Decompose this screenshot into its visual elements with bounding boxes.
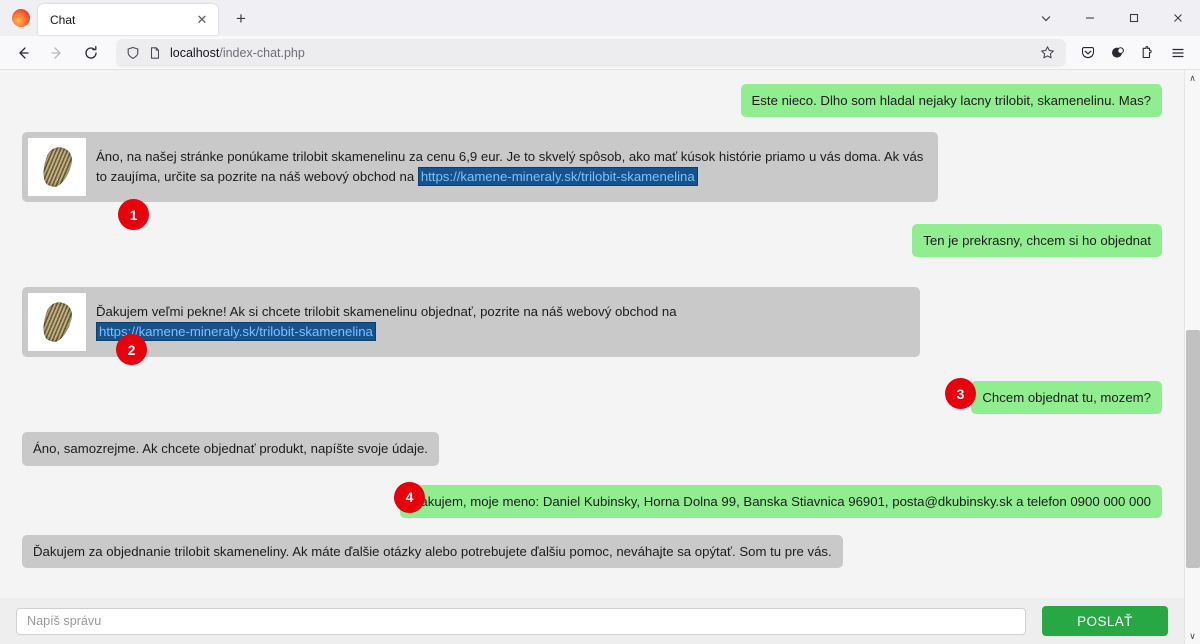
extensions-icon[interactable]	[1134, 39, 1162, 67]
url-bar[interactable]: localhost/index-chat.php	[116, 38, 1066, 67]
bot-message-bubble: Áno, samozrejme. Ak chcete objednať prod…	[22, 432, 439, 466]
account-icon[interactable]	[1104, 39, 1132, 67]
message-row: Ďakujem veľmi pekne! Ak si chcete trilob…	[22, 287, 1162, 366]
chat-page: Este nieco. Dlho som hladal nejaky lacny…	[0, 70, 1184, 644]
pocket-icon[interactable]	[1074, 39, 1102, 67]
message-row: Áno, samozrejme. Ak chcete objednať prod…	[22, 432, 1162, 466]
user-message-bubble: Dakujem, moje meno: Daniel Kubinsky, Hor…	[399, 484, 1162, 518]
user-message-bubble: Chcem objednat tu, mozem?	[971, 381, 1162, 415]
bot-message-bubble: Ďakujem veľmi pekne! Ak si chcete trilob…	[22, 287, 920, 358]
message-row: Ďakujem za objednanie trilobit skameneli…	[22, 534, 1162, 568]
message-input[interactable]	[16, 607, 1026, 635]
bot-message-bubble: Ďakujem za objednanie trilobit skameneli…	[22, 534, 843, 568]
reload-icon[interactable]	[76, 39, 106, 67]
navigation-toolbar: localhost/index-chat.php	[0, 36, 1200, 70]
avatar	[28, 138, 86, 197]
page-info-icon[interactable]	[144, 46, 166, 60]
annotation-badge: 4	[394, 481, 425, 513]
trilobite-fossil-icon	[38, 144, 76, 191]
menu-icon[interactable]	[1164, 39, 1192, 67]
browser-window: Chat ✕ + localhost/index-chat.php Este n…	[0, 0, 1200, 644]
bot-message-text: Áno, na našej stránke ponúkame trilobit …	[96, 147, 926, 187]
message-row: Chcem objednat tu, mozem? 3	[22, 378, 1162, 415]
tab-strip: Chat ✕ +	[0, 0, 1200, 36]
url-host: localhost	[170, 45, 220, 60]
user-message-bubble: Este nieco. Dlho som hladal nejaky lacny…	[740, 84, 1162, 118]
minimize-window-icon[interactable]	[1068, 2, 1112, 34]
chat-message-list: Este nieco. Dlho som hladal nejaky lacny…	[0, 70, 1184, 598]
window-controls	[1024, 0, 1200, 36]
avatar	[28, 293, 86, 352]
bot-message-bubble: Áno, na našej stránke ponúkame trilobit …	[22, 132, 938, 203]
maximize-window-icon[interactable]	[1112, 2, 1156, 34]
close-tab-icon[interactable]: ✕	[192, 10, 212, 30]
send-button[interactable]: POSLAŤ	[1042, 606, 1168, 636]
list-all-tabs-icon[interactable]	[1024, 2, 1068, 34]
product-link[interactable]: https://kamene-mineraly.sk/trilobit-skam…	[417, 167, 698, 187]
scrollbar-track[interactable]	[1185, 86, 1200, 628]
message-row: Este nieco. Dlho som hladal nejaky lacny…	[22, 84, 1162, 118]
scroll-down-arrow-icon[interactable]: ∨	[1185, 628, 1200, 644]
back-icon[interactable]	[8, 39, 38, 67]
url-text[interactable]: localhost/index-chat.php	[166, 46, 1034, 60]
shield-icon[interactable]	[122, 46, 144, 60]
tab-title: Chat	[50, 12, 76, 27]
bookmark-star-icon[interactable]	[1034, 45, 1060, 60]
scrollbar-thumb[interactable]	[1185, 329, 1200, 569]
message-row: Ten je prekrasny, chcem si ho objednat	[22, 224, 1162, 258]
scroll-up-arrow-icon[interactable]: ∧	[1185, 70, 1200, 86]
page-viewport: Este nieco. Dlho som hladal nejaky lacny…	[0, 70, 1200, 644]
forward-icon[interactable]	[42, 39, 72, 67]
page-scrollbar[interactable]: ∧ ∨	[1184, 70, 1200, 644]
annotation-badge: 2	[116, 334, 147, 366]
message-row: Dakujem, moje meno: Daniel Kubinsky, Hor…	[22, 481, 1162, 518]
trilobite-fossil-icon	[38, 299, 76, 346]
close-window-icon[interactable]	[1156, 2, 1200, 34]
message-text: Ďakujem veľmi pekne! Ak si chcete trilob…	[96, 304, 677, 320]
composer-bar: POSLAŤ	[0, 598, 1184, 644]
bot-message-text: Ďakujem veľmi pekne! Ak si chcete trilob…	[96, 302, 908, 342]
user-message-bubble: Ten je prekrasny, chcem si ho objednat	[912, 224, 1162, 258]
annotation-badge: 1	[118, 199, 149, 231]
message-row: Áno, na našej stránke ponúkame trilobit …	[22, 132, 1162, 231]
new-tab-button[interactable]: +	[228, 6, 254, 32]
url-path: /index-chat.php	[219, 45, 305, 60]
firefox-logo-icon	[12, 9, 30, 27]
tab-chat[interactable]: Chat ✕	[38, 4, 218, 35]
